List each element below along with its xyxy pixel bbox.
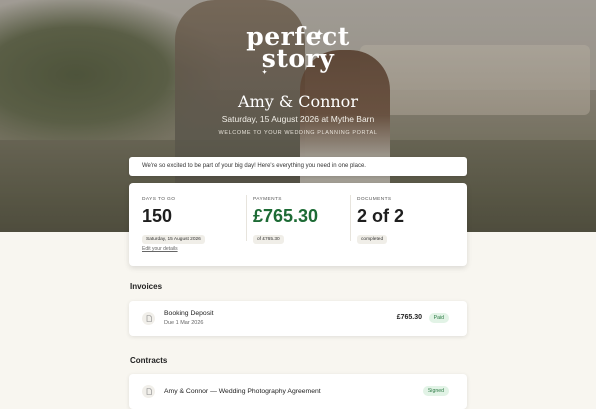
stat-value: 150	[142, 206, 173, 226]
contracts-heading: Contracts	[130, 356, 168, 365]
edit-details-link[interactable]: Edit your details	[142, 246, 178, 252]
invoice-due-date: Due 1 Mar 2026	[164, 320, 204, 326]
welcome-tagline: WELCOME TO YOUR WEDDING PLANNING PORTAL	[218, 130, 378, 136]
welcome-notice: We're so excited to be part of your big …	[129, 157, 467, 176]
brand-logo: ✦ perfect story ✦	[0, 24, 596, 76]
contract-row[interactable]: Amy & Connor — Wedding Photography Agree…	[129, 374, 467, 409]
sparkle-icon: ✦	[315, 29, 324, 40]
invoices-heading: Invoices	[130, 282, 163, 291]
stat-label: DAYS TO GO	[142, 197, 176, 202]
stat-payments: PAYMENTS £765.30 of £765.30	[253, 197, 318, 245]
stat-pill: completed	[357, 235, 388, 244]
couple-name: Amy & Connor	[238, 92, 358, 111]
stat-documents: DOCUMENTS 2 of 2 completed	[357, 197, 404, 245]
stat-pill: of £765.30	[253, 235, 284, 244]
stat-value: 2 of 2	[357, 206, 405, 226]
stat-value: £765.30	[253, 206, 319, 226]
stat-pill: Saturday, 15 August 2026	[142, 235, 205, 244]
divider	[350, 195, 351, 241]
status-badge: Paid	[428, 313, 449, 323]
contract-name: Amy & Connor — Wedding Photography Agree…	[164, 388, 321, 395]
sparkle-icon: ✦	[262, 69, 268, 76]
status-badge: Signed	[422, 386, 449, 396]
invoice-name: Booking Deposit	[164, 310, 214, 317]
invoice-amount: £765.30	[396, 314, 422, 321]
document-icon	[142, 385, 155, 398]
invoice-row[interactable]: Booking Deposit Due 1 Mar 2026 £765.30 P…	[129, 301, 467, 336]
stat-label: PAYMENTS	[253, 197, 282, 202]
stat-label: DOCUMENTS	[357, 197, 392, 202]
stats-card: DAYS TO GO 150 Saturday, 15 August 2026 …	[129, 183, 467, 266]
document-icon	[142, 312, 155, 325]
stat-days-to-go: DAYS TO GO 150 Saturday, 15 August 2026	[142, 197, 205, 245]
divider	[246, 195, 247, 241]
wedding-date-venue: Saturday, 15 August 2026 at Mythe Barn	[221, 114, 375, 124]
logo-line2: story	[261, 44, 335, 73]
